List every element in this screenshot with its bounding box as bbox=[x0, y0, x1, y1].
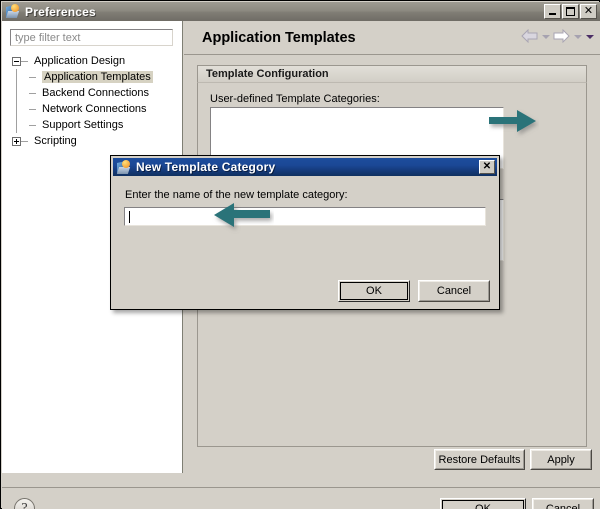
window-title: Preferences bbox=[25, 4, 96, 19]
page-navigation bbox=[521, 29, 594, 43]
template-category-name-input[interactable] bbox=[124, 207, 486, 226]
new-template-category-dialog: New Template Category ✕ Enter the name o… bbox=[110, 155, 500, 310]
maximize-button[interactable] bbox=[562, 4, 579, 19]
tree-guide-line bbox=[16, 69, 17, 133]
close-icon: ✕ bbox=[583, 5, 594, 17]
window-controls: ✕ bbox=[543, 4, 597, 19]
tree-children-application-design: Application Templates Backend Connection… bbox=[12, 69, 182, 133]
page-menu-chevron-down-icon[interactable] bbox=[585, 32, 594, 41]
user-defined-template-categories-label: User-defined Template Categories: bbox=[210, 93, 380, 105]
forward-history-chevron-down-icon[interactable] bbox=[573, 32, 582, 41]
ok-button[interactable]: OK bbox=[440, 498, 526, 509]
window-title-bar[interactable]: Preferences ✕ bbox=[2, 2, 600, 21]
tree-item-label: Application Design bbox=[34, 55, 126, 67]
restore-defaults-label: Restore Defaults bbox=[438, 453, 521, 466]
dialog-close-button[interactable]: ✕ bbox=[479, 160, 495, 174]
tree-item-label: Support Settings bbox=[42, 119, 124, 131]
template-configuration-group-title: Template Configuration bbox=[197, 65, 587, 83]
close-button[interactable]: ✕ bbox=[580, 4, 597, 19]
cancel-button[interactable]: Cancel bbox=[532, 498, 594, 509]
back-arrow-icon[interactable] bbox=[521, 29, 538, 43]
tree-connector bbox=[21, 57, 30, 66]
restore-defaults-button[interactable]: Restore Defaults bbox=[434, 449, 525, 470]
back-history-chevron-down-icon[interactable] bbox=[541, 32, 550, 41]
dialog-prompt-label: Enter the name of the new template categ… bbox=[125, 189, 348, 201]
preferences-icon bbox=[116, 159, 132, 175]
dialog-cancel-button[interactable]: Cancel bbox=[418, 280, 490, 302]
tree-item-label: Application Templates bbox=[42, 71, 153, 83]
tree-item-label: Network Connections bbox=[42, 103, 147, 115]
dialog-cancel-label: Cancel bbox=[436, 285, 472, 297]
tree-connector bbox=[29, 73, 38, 82]
tree-item-application-design[interactable]: Application Design bbox=[12, 53, 182, 69]
apply-button[interactable]: Apply bbox=[530, 449, 592, 470]
expand-plus-icon[interactable] bbox=[12, 136, 21, 146]
window-footer: ? OK Cancel bbox=[2, 488, 600, 509]
tree-connector bbox=[29, 105, 38, 114]
tree-item-label: Scripting bbox=[34, 135, 77, 147]
page-header: Application Templates bbox=[184, 21, 600, 55]
tree-connector bbox=[29, 121, 38, 130]
tree-item-backend-connections[interactable]: Backend Connections bbox=[29, 85, 182, 101]
minimize-icon bbox=[549, 13, 556, 15]
apply-label: Apply bbox=[547, 453, 575, 466]
close-icon: ✕ bbox=[482, 161, 492, 172]
tree-item-application-templates[interactable]: Application Templates bbox=[29, 69, 182, 85]
group-title-label: Template Configuration bbox=[206, 68, 329, 80]
page-title: Application Templates bbox=[202, 29, 356, 46]
preferences-tree: Application Design Application Templates… bbox=[12, 53, 182, 149]
dialog-title-bar[interactable]: New Template Category ✕ bbox=[113, 158, 497, 176]
tree-item-label: Backend Connections bbox=[42, 87, 150, 99]
dialog-ok-button[interactable]: OK bbox=[338, 280, 410, 302]
dialog-title: New Template Category bbox=[136, 160, 276, 174]
dialog-ok-label: OK bbox=[366, 285, 382, 297]
tree-item-support-settings[interactable]: Support Settings bbox=[29, 117, 182, 133]
cancel-button-label: Cancel bbox=[545, 503, 581, 509]
help-icon[interactable]: ? bbox=[14, 498, 35, 509]
forward-arrow-icon[interactable] bbox=[553, 29, 570, 43]
tree-connector bbox=[29, 89, 38, 98]
tree-item-network-connections[interactable]: Network Connections bbox=[29, 101, 182, 117]
collapse-minus-icon[interactable] bbox=[12, 56, 21, 66]
text-caret bbox=[129, 211, 130, 223]
tree-connector bbox=[21, 137, 30, 146]
preferences-icon bbox=[5, 4, 21, 19]
minimize-button[interactable] bbox=[544, 4, 561, 19]
filter-input[interactable] bbox=[11, 30, 172, 45]
tree-item-scripting[interactable]: Scripting bbox=[12, 133, 182, 149]
preferences-window-screenshot: Preferences ✕ type filter text Applicati… bbox=[0, 0, 600, 509]
maximize-icon bbox=[566, 7, 575, 16]
ok-button-label: OK bbox=[475, 503, 491, 509]
filter-input-wrap[interactable] bbox=[10, 29, 173, 46]
